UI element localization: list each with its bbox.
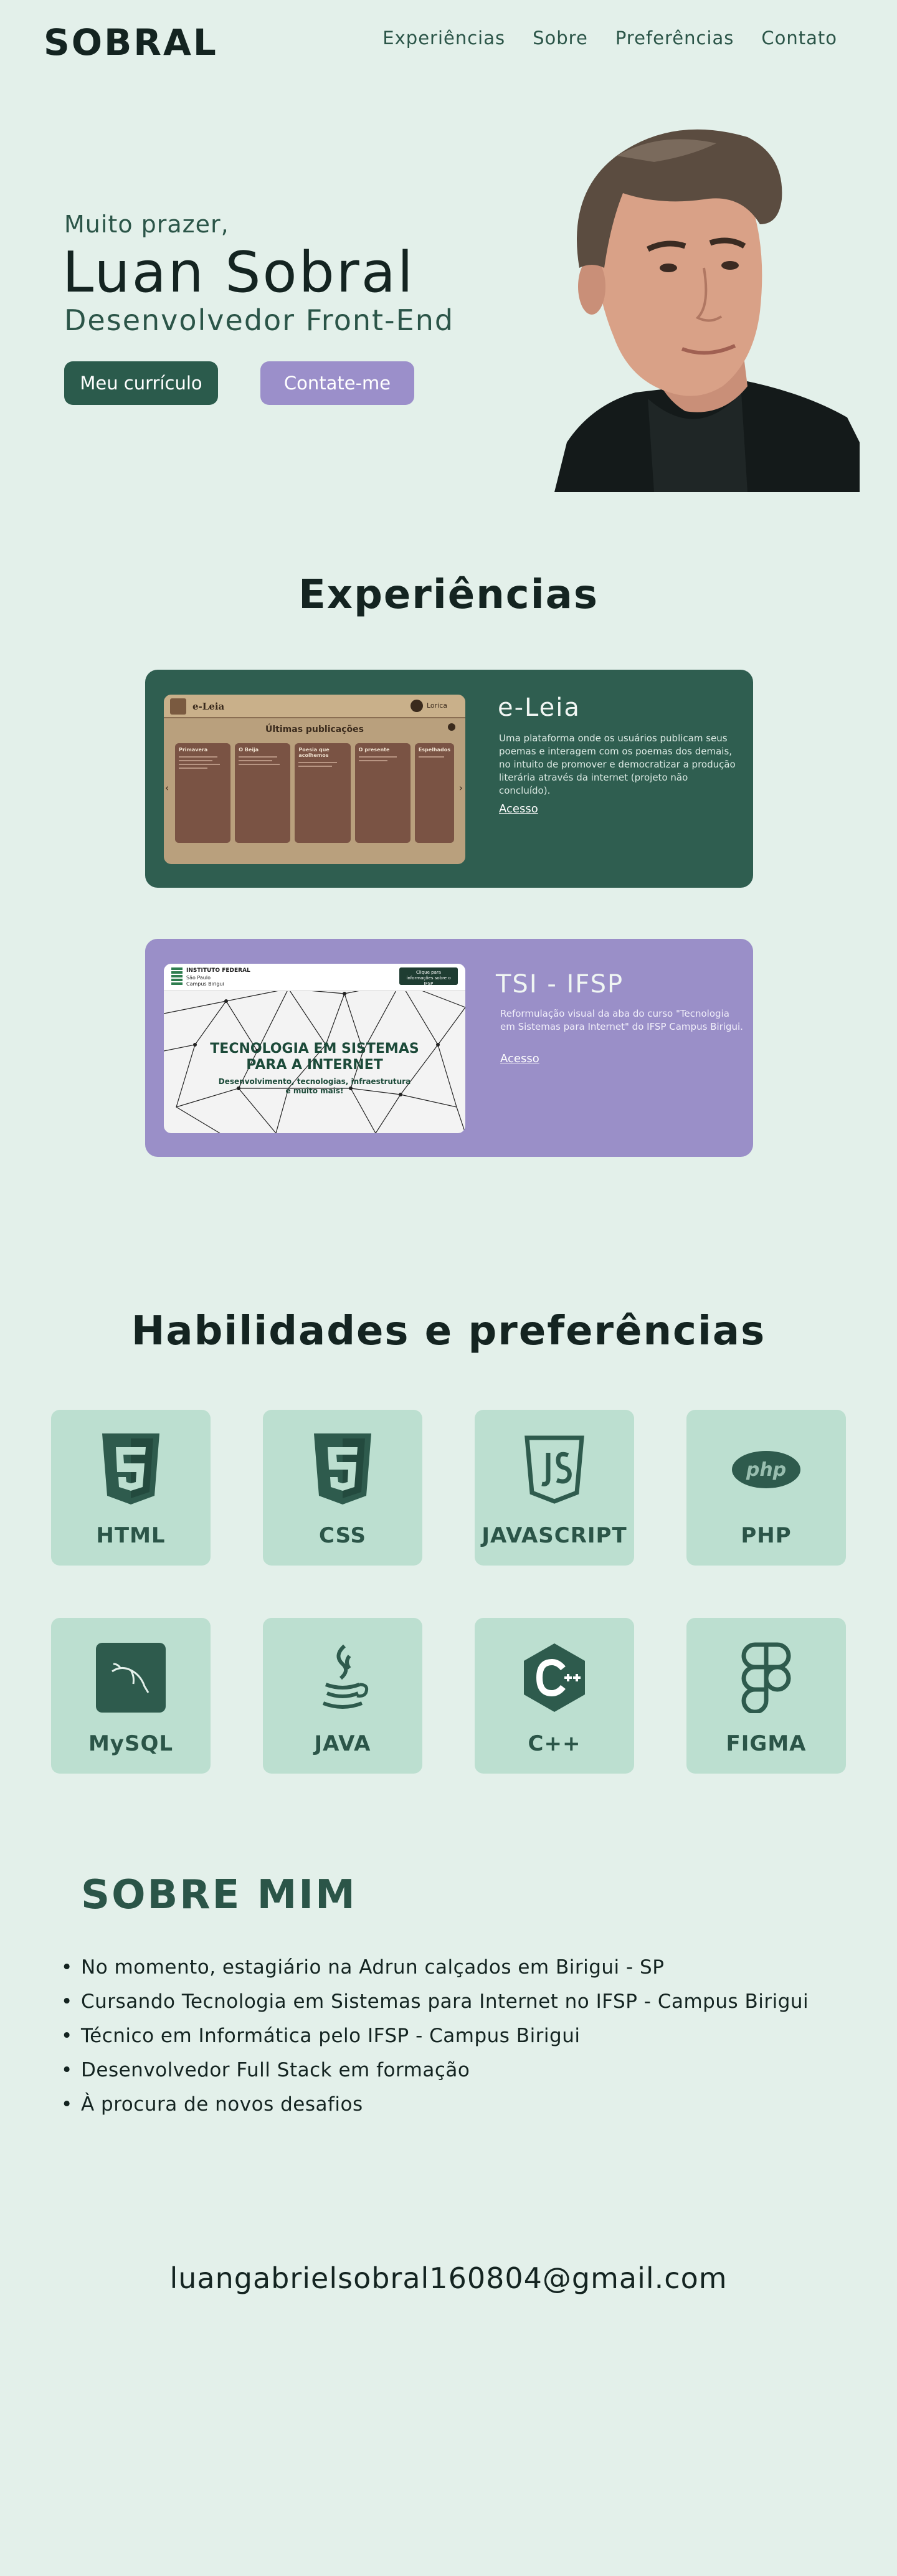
skill-label: JAVASCRIPT: [482, 1523, 627, 1548]
list-item: No momento, estagiário na Adrun calçados…: [61, 1956, 809, 1990]
eleia-thumb-user: Lorica: [427, 701, 448, 710]
skill-card-php: php PHP: [686, 1410, 846, 1566]
eleia-post-card: O presente: [354, 743, 411, 843]
main-menu: Experiências Sobre Preferências Contato: [382, 27, 837, 49]
chevron-left-icon: ‹: [165, 782, 169, 794]
top-navbar: SOBRAL Experiências Sobre Preferências C…: [0, 0, 897, 81]
contact-email[interactable]: luangabrielsobral160804@gmail.com: [0, 2261, 897, 2295]
skill-label: C++: [528, 1731, 581, 1756]
tsi-thumb-campus2: Campus Birigui: [186, 981, 224, 987]
tsi-thumb-sub2: e muito mais!: [285, 1086, 344, 1095]
skills-title: Habilidades e preferências: [131, 1308, 766, 1354]
list-item: Cursando Tecnologia em Sistemas para Int…: [61, 1990, 809, 2025]
list-item: Técnico em Informática pelo IFSP - Campu…: [61, 2025, 809, 2059]
skill-label: MySQL: [88, 1731, 174, 1756]
chevron-right-icon: ›: [458, 782, 463, 794]
ifsp-logo-icon: [171, 967, 183, 986]
site-logo[interactable]: SOBRAL: [44, 21, 218, 64]
skill-card-mysql: MySQL: [51, 1618, 211, 1774]
tsi-thumb-headline2: PARA A INTERNET: [246, 1057, 383, 1073]
nav-link-contato[interactable]: Contato: [761, 27, 837, 49]
skill-label: HTML: [96, 1523, 166, 1548]
project-description: Reformulação visual da aba do curso "Tec…: [500, 1008, 743, 1032]
skill-label: PHP: [741, 1523, 792, 1548]
experiences-title: Experiências: [298, 572, 599, 618]
project-title: e-Leia: [498, 693, 581, 722]
tsi-thumb-campus: São Paulo: [186, 975, 211, 981]
profile-photo: [554, 129, 860, 492]
java-icon: [263, 1640, 422, 1715]
nav-link-experiencias[interactable]: Experiências: [382, 27, 505, 49]
cplusplus-icon: [475, 1640, 634, 1715]
html5-icon: [51, 1432, 211, 1507]
tsi-thumb-sub: Desenvolvimento, tecnologias, infraestru…: [164, 1077, 465, 1096]
eleia-posts-row: Primavera O Beija Poesia que acolhemos O…: [175, 743, 455, 843]
hero-name: Luan Sobral: [62, 240, 415, 305]
resume-button[interactable]: Meu currículo: [64, 361, 218, 405]
contact-button[interactable]: Contate-me: [260, 361, 414, 405]
about-title: SOBRE MIM: [81, 1872, 357, 1918]
eleia-thumb-brand: e-Leia: [192, 701, 225, 712]
list-item: À procura de novos desafios: [61, 2093, 809, 2127]
skill-card-java: JAVA: [263, 1618, 422, 1774]
hero-role: Desenvolvedor Front-End: [64, 303, 455, 337]
tsi-screenshot[interactable]: INSTITUTO FEDERAL São Paulo Campus Birig…: [164, 964, 465, 1133]
project-card-tsi: INSTITUTO FEDERAL São Paulo Campus Birig…: [145, 939, 753, 1157]
list-item: Desenvolvedor Full Stack em formação: [61, 2059, 809, 2093]
eleia-thumb-heading: Últimas publicações: [265, 725, 364, 734]
svg-text:php: php: [746, 1459, 786, 1481]
skill-card-javascript: JAVASCRIPT: [475, 1410, 634, 1566]
avatar-icon: [411, 700, 423, 712]
book-icon: [170, 698, 186, 715]
settings-icon: [448, 723, 455, 731]
skill-label: FIGMA: [726, 1731, 807, 1756]
tsi-thumb-headline: TECNOLOGIA EM SISTEMAS PARA A INTERNET: [164, 1041, 465, 1073]
tsi-thumb-headline1: TECNOLOGIA EM SISTEMAS: [210, 1041, 419, 1057]
eleia-post-card: O Beija: [235, 743, 291, 843]
mysql-icon: [51, 1640, 211, 1715]
skill-label: JAVA: [314, 1731, 371, 1756]
javascript-icon: [475, 1432, 634, 1507]
css3-icon: [263, 1432, 422, 1507]
skill-card-cplusplus: C++: [475, 1618, 634, 1774]
skill-label: CSS: [318, 1523, 367, 1548]
project-card-eleia: e-Leia Lorica Últimas publicações ‹ › Pr…: [145, 670, 753, 888]
tsi-thumb-org: INSTITUTO FEDERAL: [186, 967, 250, 974]
skill-card-css: CSS: [263, 1410, 422, 1566]
eleia-post-card: Poesia que acolhemos: [295, 743, 351, 843]
eleia-post-card: Espelhados: [414, 743, 455, 843]
project-link-eleia[interactable]: Acesso: [499, 802, 538, 815]
about-list: No momento, estagiário na Adrun calçados…: [61, 1956, 809, 2127]
eleia-post-card: Primavera: [175, 743, 231, 843]
skill-card-figma: FIGMA: [686, 1618, 846, 1774]
project-link-tsi[interactable]: Acesso: [500, 1052, 539, 1065]
hero-greeting: Muito prazer,: [64, 211, 229, 238]
figma-icon: [686, 1640, 846, 1715]
project-title: TSI - IFSP: [496, 970, 624, 999]
tsi-thumb-header: INSTITUTO FEDERAL São Paulo Campus Birig…: [164, 964, 465, 991]
php-icon: php: [686, 1432, 846, 1507]
project-description: Uma plataforma onde os usuários publicam…: [499, 733, 736, 796]
eleia-screenshot[interactable]: e-Leia Lorica Últimas publicações ‹ › Pr…: [164, 695, 465, 864]
eleia-thumb-header: e-Leia Lorica: [164, 695, 465, 718]
tsi-thumb-badge[interactable]: Clique para informações sobre o IFSP: [399, 967, 458, 986]
skill-card-html: HTML: [51, 1410, 211, 1566]
nav-link-sobre[interactable]: Sobre: [533, 27, 588, 49]
tsi-thumb-sub1: Desenvolvimento, tecnologias, infraestru…: [218, 1077, 411, 1086]
nav-link-preferencias[interactable]: Preferências: [615, 27, 734, 49]
